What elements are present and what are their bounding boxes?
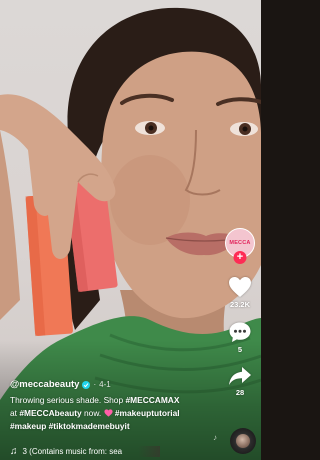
music-disc[interactable] bbox=[230, 428, 256, 454]
hashtag-link[interactable]: #makeup bbox=[10, 421, 46, 431]
right-action-rail: MECCA + 23.2K 5 28 bbox=[223, 228, 257, 397]
follow-plus-icon[interactable]: + bbox=[233, 251, 247, 264]
username-row: @meccabeauty · 4-1 bbox=[10, 379, 111, 390]
caption-line-1: Throwing serious shade. Shop #MECCAMAX bbox=[10, 394, 210, 407]
comment-button[interactable]: 5 bbox=[228, 321, 252, 354]
music-ticker[interactable]: ♫ 3 (Contains music from: sea bbox=[10, 446, 160, 457]
like-count: 23.2K bbox=[229, 300, 250, 309]
post-date: 4-1 bbox=[99, 380, 111, 389]
creator-avatar[interactable]: MECCA + bbox=[225, 228, 255, 264]
comment-count: 5 bbox=[237, 345, 243, 354]
caption-text: Throwing serious shade. Shop #MECCAMAX a… bbox=[10, 394, 210, 433]
music-title: 3 (Contains music from: sea bbox=[22, 447, 123, 456]
tiktok-video-screen: MECCA + 23.2K 5 28 @meccabeauty · 4-1 Th… bbox=[0, 0, 261, 460]
caption-plain-text: at bbox=[10, 408, 20, 418]
share-count: 28 bbox=[235, 388, 245, 397]
hashtag-link[interactable]: #tiktokmademebuyit bbox=[49, 421, 130, 431]
caption-line-3: #makeup #tiktokmademebuyit bbox=[10, 420, 210, 433]
disc-cover-image bbox=[236, 434, 250, 448]
hashtag-link[interactable]: #MECCAbeauty bbox=[19, 408, 81, 418]
music-fade bbox=[138, 446, 160, 457]
heart-icon bbox=[229, 277, 251, 297]
caption-plain-text: Throwing serious shade. Shop bbox=[10, 395, 126, 405]
caption-line-2: at #MECCAbeauty now. #makeuptutorial bbox=[10, 407, 210, 420]
avatar-logo-text: MECCA bbox=[229, 240, 251, 246]
music-note-icon: ♫ bbox=[10, 446, 18, 457]
hashtag-link[interactable]: #MECCAMAX bbox=[125, 395, 179, 405]
heart-emoji-icon bbox=[103, 409, 113, 417]
caption-plain-text: now. bbox=[81, 408, 104, 418]
share-button[interactable]: 28 bbox=[228, 366, 252, 397]
caption-area: @meccabeauty · 4-1 Throwing serious shad… bbox=[10, 378, 210, 433]
share-arrow-icon bbox=[229, 367, 251, 385]
floating-music-note-icon: ♪ bbox=[213, 433, 217, 442]
verified-check-icon bbox=[82, 380, 91, 389]
like-button[interactable]: 23.2K bbox=[228, 276, 252, 309]
comment-icon bbox=[229, 322, 251, 342]
username[interactable]: @meccabeauty bbox=[10, 379, 79, 390]
hashtag-link[interactable]: #makeuptutorial bbox=[115, 408, 180, 418]
